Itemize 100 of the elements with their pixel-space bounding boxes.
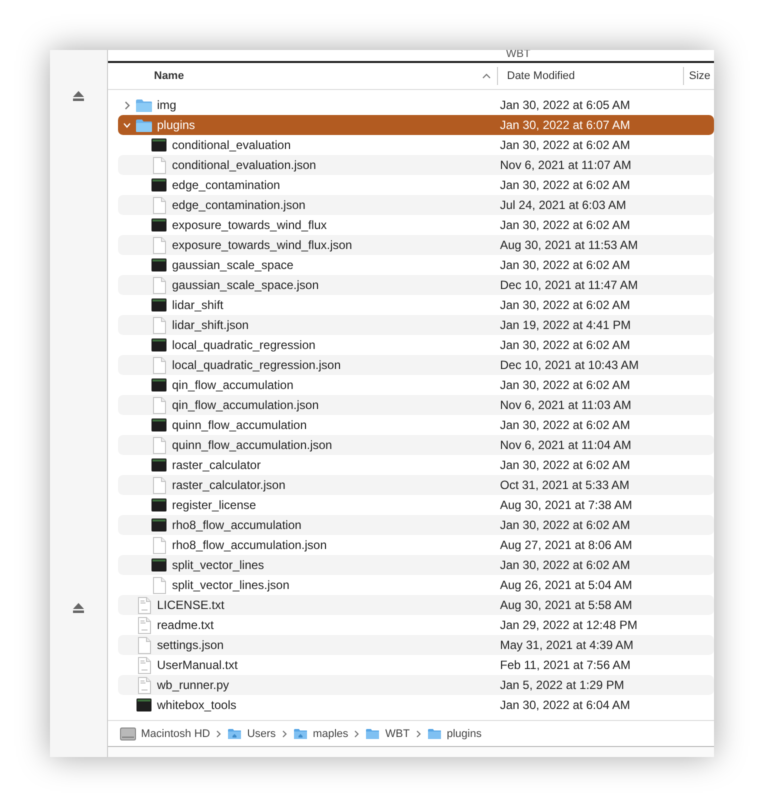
file-row[interactable]: local_quadratic_regression Jan 30, 2022 at 6:02 AM [118,335,714,355]
date-modified: Jul 24, 2021 at 6:03 AM [500,198,626,212]
file-row[interactable]: register_license Aug 30, 2021 at 7:38 AM [118,495,714,515]
file-row[interactable]: local_quadratic_regression.json Dec 10, 2021 at 10:43 AM [118,355,714,375]
file-row[interactable]: split_vector_lines.json Aug 26, 2021 at 5:04 AM [118,575,714,595]
terminal-icon [151,298,167,312]
terminal-icon [151,138,167,152]
file-row[interactable]: conditional_evaluation Jan 30, 2022 at 6:02 AM [118,135,714,155]
file-row[interactable]: qin_flow_accumulation Jan 30, 2022 at 6:02 AM [118,375,714,395]
document-icon [152,396,166,414]
date-modified: Jan 30, 2022 at 6:07 AM [500,118,630,132]
path-item[interactable]: plugins [426,728,482,740]
date-modified: Dec 10, 2021 at 11:47 AM [500,278,638,292]
file-row[interactable]: exposure_towards_wind_flux Jan 30, 2022 at 6:02 AM [118,215,714,235]
terminal-icon [151,558,167,572]
document-icon [152,436,166,454]
file-row[interactable]: edge_contamination Jan 30, 2022 at 6:02 AM [118,175,714,195]
file-name: rho8_flow_accumulation [172,518,302,532]
chevron-right-icon[interactable] [123,100,131,110]
file-row[interactable]: lidar_shift Jan 30, 2022 at 6:02 AM [118,295,714,315]
date-modified: Aug 26, 2021 at 5:04 AM [500,578,632,592]
date-modified: Aug 30, 2021 at 11:53 AM [500,238,638,252]
file-row[interactable]: gaussian_scale_space.json Dec 10, 2021 at 11:47 AM [118,275,714,295]
date-modified: Jan 30, 2022 at 6:05 AM [500,98,630,112]
column-header[interactable]: Size [684,67,710,85]
eject-icon [73,603,84,613]
file-name: edge_contamination.json [172,198,306,212]
file-row[interactable]: plugins Jan 30, 2022 at 6:07 AM [118,115,714,135]
file-row[interactable]: UserManual.txt Feb 11, 2021 at 7:56 AM [118,655,714,675]
file-name: UserManual.txt [157,658,238,672]
hard-drive-icon [120,726,136,740]
date-modified: Jan 30, 2022 at 6:02 AM [500,298,630,312]
file-row[interactable]: raster_calculator Jan 30, 2022 at 6:02 AM [118,455,714,475]
file-row[interactable]: readme.txt Jan 29, 2022 at 12:48 PM [118,615,714,635]
path-item[interactable]: maples [292,728,348,740]
terminal-icon [151,518,167,532]
date-modified: Jan 29, 2022 at 12:48 PM [500,618,638,632]
chevron-right-icon [216,730,222,738]
column-header[interactable]: Date Modified [498,67,684,85]
chevron-right-icon [354,730,360,738]
file-row[interactable]: rho8_flow_accumulation Jan 30, 2022 at 6:02 AM [118,515,714,535]
terminal-icon [151,258,167,272]
file-row[interactable]: exposure_towards_wind_flux.json Aug 30, 2021 at 11:53 AM [118,235,714,255]
file-row[interactable]: gaussian_scale_space Jan 30, 2022 at 6:02 AM [118,255,714,275]
chevron-down-icon[interactable] [123,120,131,130]
home-folder-icon [227,728,242,740]
file-name: plugins [157,118,196,132]
document-icon [152,196,166,214]
terminal-icon [151,418,167,432]
folder-icon [365,728,380,740]
file-row[interactable]: edge_contamination.json Jul 24, 2021 at 6:03 AM [118,195,714,215]
file-name: raster_calculator [172,458,261,472]
path-item[interactable]: WBT [365,728,410,740]
file-name: quinn_flow_accumulation [172,418,307,432]
file-name: img [157,98,176,112]
file-name: exposure_towards_wind_flux.json [172,238,352,252]
date-modified: Jan 19, 2022 at 4:41 PM [500,318,631,332]
date-modified: Jan 30, 2022 at 6:02 AM [500,418,630,432]
file-name: settings.json [157,638,224,652]
document-icon [152,316,166,334]
file-row[interactable]: qin_flow_accumulation.json Nov 6, 2021 at 11:03 AM [118,395,714,415]
date-modified: Jan 30, 2022 at 6:02 AM [500,378,630,392]
file-row[interactable]: LICENSE.txt Aug 30, 2021 at 5:58 AM [118,595,714,615]
file-row[interactable]: settings.json May 31, 2021 at 4:39 AM [118,635,714,655]
file-row[interactable]: img Jan 30, 2022 at 6:05 AM [118,95,714,115]
terminal-icon [151,218,167,232]
file-name: split_vector_lines [172,558,264,572]
document-icon [152,156,166,174]
file-row[interactable]: quinn_flow_accumulation Jan 30, 2022 at 6:02 AM [118,415,714,435]
file-name: qin_flow_accumulation [172,378,294,392]
file-row[interactable]: split_vector_lines Jan 30, 2022 at 6:02 AM [118,555,714,575]
file-name: lidar_shift [172,298,224,312]
file-name: conditional_evaluation.json [172,158,316,172]
text-document-icon [138,596,150,614]
date-modified: Jan 30, 2022 at 6:02 AM [500,138,630,152]
date-modified: Aug 30, 2021 at 5:58 AM [500,598,632,612]
file-row[interactable]: lidar_shift.json Jan 19, 2022 at 4:41 PM [118,315,714,335]
file-row[interactable]: conditional_evaluation.json Nov 6, 2021 at 11:07 AM [118,155,714,175]
text-document-icon [138,676,150,694]
column-header[interactable]: Name [108,67,498,85]
file-name: whitebox_tools [157,698,236,712]
home-folder-icon [292,728,308,740]
file-row[interactable]: quinn_flow_accumulation.json Nov 6, 2021 at 11:04 AM [118,435,714,455]
file-name: gaussian_scale_space.json [172,278,319,292]
document-icon [138,636,150,654]
file-name: raster_calculator.json [172,478,286,492]
path-item[interactable]: Macintosh HD [120,726,210,740]
date-modified: Jan 30, 2022 at 6:02 AM [500,218,630,232]
path-item[interactable]: Users [227,728,276,740]
file-name: exposure_towards_wind_flux [172,218,327,232]
file-name: edge_contamination [172,178,280,192]
file-row[interactable]: rho8_flow_accumulation.json Aug 27, 2021 at 8:06 AM [118,535,714,555]
terminal-icon [151,338,167,352]
file-name: gaussian_scale_space [172,258,294,272]
file-name: conditional_evaluation [172,138,291,152]
file-row[interactable]: raster_calculator.json Oct 31, 2021 at 5:33 AM [118,475,714,495]
file-row[interactable]: whitebox_tools Jan 30, 2022 at 6:04 AM [118,695,714,715]
date-modified: Jan 5, 2022 at 1:29 PM [500,678,624,692]
document-icon [152,236,166,254]
file-row[interactable]: wb_runner.py Jan 5, 2022 at 1:29 PM [118,675,714,695]
